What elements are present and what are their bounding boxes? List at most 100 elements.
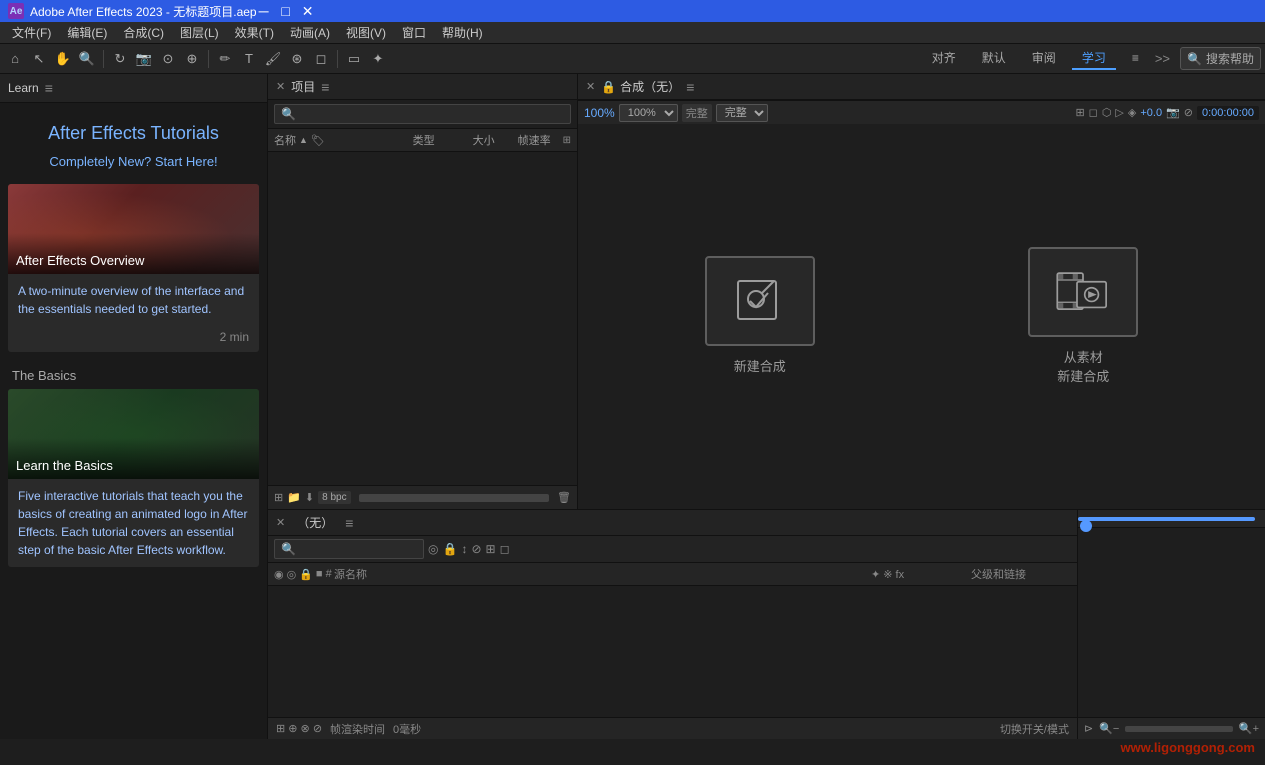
timeline-body <box>268 586 1077 717</box>
search-help-label: 搜索帮助 <box>1206 50 1254 67</box>
timeline-hide-icon[interactable]: ◻ <box>500 542 510 556</box>
timeline-lock-icon[interactable]: 🔒 <box>442 542 457 556</box>
menu-composition[interactable]: 合成(C) <box>115 22 172 43</box>
tab-align[interactable]: 对齐 <box>922 47 966 70</box>
from-footage-label: 从素材 新建合成 <box>1057 349 1109 385</box>
new-comp-button[interactable]: 新建合成 <box>705 256 815 376</box>
home-tool[interactable]: ⌂ <box>4 48 26 70</box>
comp-preview-icon[interactable]: ◈ <box>1128 106 1136 119</box>
pan-tool[interactable]: ⊕ <box>181 48 203 70</box>
tab-learn[interactable]: 学习 <box>1072 47 1116 70</box>
brush-tool[interactable]: 🖌 <box>262 48 284 70</box>
menu-view[interactable]: 视图(V) <box>338 22 394 43</box>
timeline-panel: ✕ （无） ≡ ◎ 🔒 ↕ ⊘ ⊞ ◻ <box>268 509 1265 739</box>
menu-animation[interactable]: 动画(A) <box>282 22 338 43</box>
tl-zoom-in[interactable]: 🔍+ <box>1239 722 1259 735</box>
titlebar: Ae Adobe After Effects 2023 - 无标题项目.aep … <box>0 0 1265 22</box>
tutorial-card-overview[interactable]: After Effects Overview A two-minute over… <box>8 184 259 352</box>
camera-tool[interactable]: 📷 <box>133 48 155 70</box>
tl-source-col: 源名称 <box>334 566 871 582</box>
menu-file[interactable]: 文件(F) <box>4 22 59 43</box>
comp-panel-menu[interactable]: ≡ <box>686 79 694 95</box>
tl-solo-icon: ◎ <box>287 568 297 581</box>
new-comp-svg <box>730 271 790 331</box>
timeline-motion-icon[interactable]: ↕ <box>461 542 467 556</box>
timeline-search-input[interactable] <box>274 539 424 559</box>
tab-menu[interactable]: ≡ <box>1122 49 1149 69</box>
menu-layer[interactable]: 图层(L) <box>172 22 227 43</box>
search-help-box[interactable]: 🔍 搜索帮助 <box>1180 47 1261 70</box>
switch-mode-label[interactable]: 切换开关/模式 <box>1000 721 1069 737</box>
maximize-button[interactable]: □ <box>279 4 293 18</box>
puppet-tool[interactable]: ✦ <box>367 48 389 70</box>
tab-review[interactable]: 审阅 <box>1022 47 1066 70</box>
menu-edit[interactable]: 编辑(E) <box>59 22 115 43</box>
tl-zoom-out[interactable]: 🔍− <box>1099 722 1119 735</box>
comp-3d-icon[interactable]: ⬡ <box>1102 106 1112 119</box>
comp-mask-icon[interactable]: ◻ <box>1089 106 1098 119</box>
comp-grid-icon[interactable]: ⊞ <box>1075 106 1084 119</box>
project-search-input[interactable] <box>274 104 571 124</box>
learn-panel-menu[interactable]: ≡ <box>45 80 53 96</box>
text-tool[interactable]: T <box>238 48 260 70</box>
tutorial-card-basics[interactable]: Learn the Basics Five interactive tutori… <box>8 389 259 567</box>
timeline-cols: ◉ ◎ 🔒 ■ # 源名称 ✦ ※ fx 父级和链接 <box>268 563 1077 586</box>
tl-parent-col: 父级和链接 <box>971 566 1071 582</box>
timeline-frame-icon[interactable]: ⊞ <box>486 542 496 556</box>
tl-zoom-bar[interactable] <box>1125 726 1233 732</box>
new-folder-icon[interactable]: 📁 <box>287 491 301 504</box>
comp-quality[interactable]: 完整 <box>682 104 712 122</box>
comp-zoom-select[interactable]: 100% <box>619 104 678 122</box>
timeline-playhead[interactable] <box>1080 520 1092 532</box>
timeline-close-icon[interactable]: ✕ <box>276 516 285 529</box>
stamp-tool[interactable]: ⊛ <box>286 48 308 70</box>
timeline-solo-icon[interactable]: ◎ <box>428 542 438 556</box>
hand-tool[interactable]: ✋ <box>52 48 74 70</box>
comp-quality-select[interactable]: 完整 <box>716 104 768 122</box>
shape-tool[interactable]: ▭ <box>343 48 365 70</box>
close-button[interactable]: ✕ <box>301 4 315 18</box>
select-tool[interactable]: ↖ <box>28 48 50 70</box>
search-icon: 🔍 <box>1187 52 1202 66</box>
comp-render-icon[interactable]: ▷ <box>1115 106 1123 119</box>
tab-default[interactable]: 默认 <box>972 47 1016 70</box>
bpc-badge[interactable]: 8 bpc <box>318 491 350 504</box>
eraser-tool[interactable]: ◻ <box>310 48 332 70</box>
menu-effect[interactable]: 效果(T) <box>227 22 282 43</box>
project-panel-menu[interactable]: ≡ <box>321 79 329 95</box>
orbit-tool[interactable]: ⊙ <box>157 48 179 70</box>
delete-icon[interactable]: 🗑 <box>557 491 571 504</box>
menu-help[interactable]: 帮助(H) <box>434 22 491 43</box>
comp-zoom[interactable]: 100% <box>584 106 615 120</box>
comp-timecode[interactable]: 0:00:00:00 <box>1197 106 1259 120</box>
menubar: 文件(F) 编辑(E) 合成(C) 图层(L) 效果(T) 动画(A) 视图(V… <box>0 22 1265 44</box>
toolbar-separator-3 <box>337 50 338 68</box>
main-area: Learn ≡ After Effects Tutorials Complete… <box>0 74 1265 739</box>
from-footage-button[interactable]: 从素材 新建合成 <box>1028 247 1138 385</box>
tutorial-thumb-basics: Learn the Basics <box>8 389 259 479</box>
minimize-button[interactable]: ─ <box>257 4 271 18</box>
import-icon[interactable]: ⬇ <box>305 491 314 504</box>
window-controls: ─ □ ✕ <box>257 4 315 18</box>
project-columns: 名称 ▲ 🏷 类型 大小 帧速率 ⊞ <box>268 129 577 152</box>
zoom-tool[interactable]: 🔍 <box>76 48 98 70</box>
timeline-panel-menu[interactable]: ≡ <box>345 515 353 531</box>
tutorial-overview-title: After Effects Overview <box>16 253 144 268</box>
timeline-header: ✕ （无） ≡ <box>268 510 1077 536</box>
frame-render-icons: ⊞ ⊕ ⊗ ⊘ <box>276 722 322 735</box>
comp-rotation[interactable]: +0.0 <box>1140 107 1162 119</box>
comp-flow[interactable]: ⊘ <box>1184 106 1193 119</box>
timeline-draft-icon[interactable]: ⊘ <box>471 542 481 556</box>
tl-nav-start[interactable]: ⊳ <box>1084 722 1093 735</box>
center-area: ✕ 项目 ≡ 名称 ▲ 🏷 类型 大小 帧速率 ⊞ <box>268 74 1265 739</box>
menu-window[interactable]: 窗口 <box>394 22 434 43</box>
learn-subtitle: Completely New? Start Here! <box>0 154 267 184</box>
rotate-tool[interactable]: ↻ <box>109 48 131 70</box>
pen-tool[interactable]: ✏ <box>214 48 236 70</box>
tutorial-basics-title-overlay: Learn the Basics <box>8 438 259 479</box>
comp-snapshot[interactable]: 📷 <box>1166 106 1180 119</box>
project-close-icon[interactable]: ✕ <box>276 80 285 93</box>
comp-close-icon[interactable]: ✕ <box>586 80 595 93</box>
new-item-icon[interactable]: ⊞ <box>274 491 283 504</box>
more-workspaces[interactable]: >> <box>1155 51 1170 66</box>
